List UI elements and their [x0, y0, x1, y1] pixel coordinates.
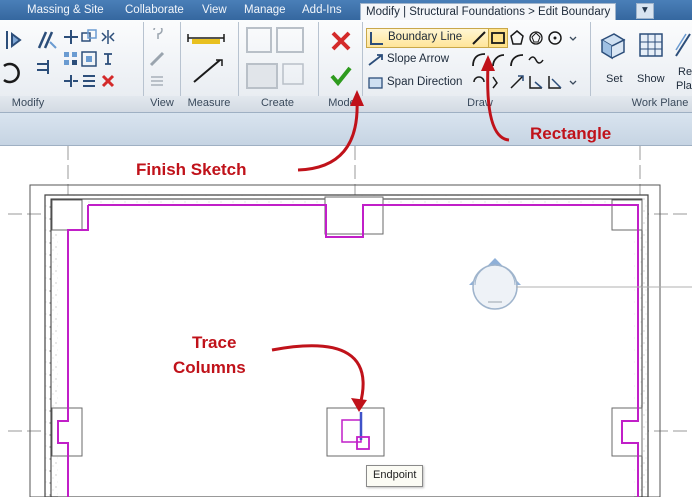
- callout-trace-line2: Columns: [173, 358, 246, 377]
- endpoint-tooltip: Endpoint: [366, 465, 424, 487]
- callout-finish-sketch: Finish Sketch: [136, 160, 247, 179]
- callout-trace-line1: Trace: [192, 333, 237, 352]
- sketch-drawing: [8, 55, 692, 497]
- callout-rectangle: Rectangle: [530, 124, 612, 143]
